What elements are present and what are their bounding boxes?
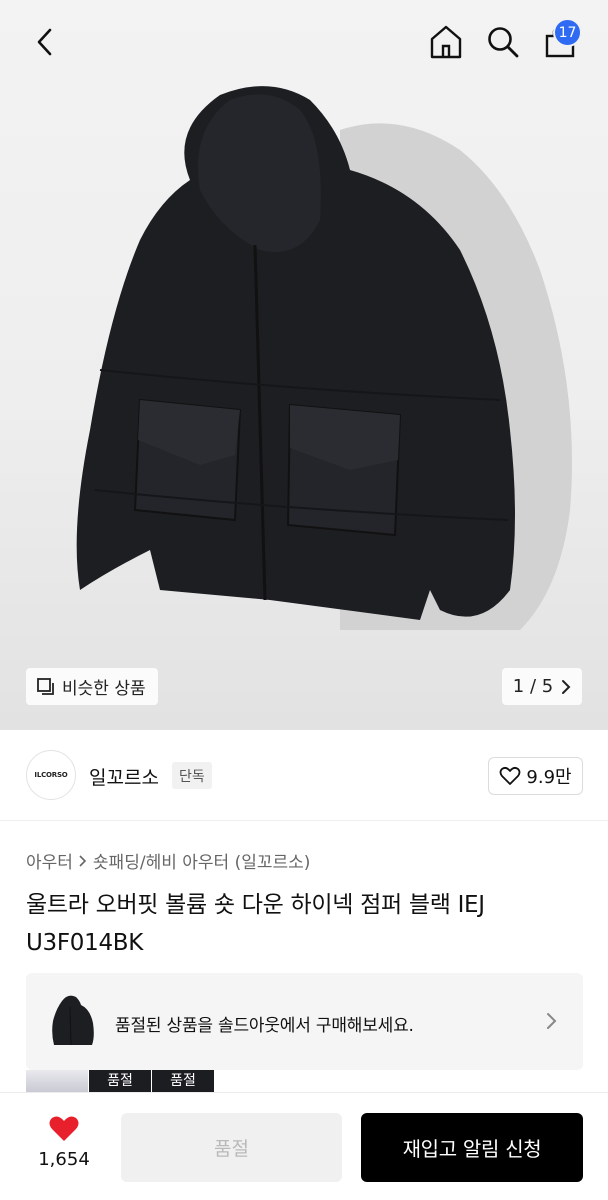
image-pager[interactable]: 1 / 5 (502, 668, 582, 705)
soldout-resale-banner[interactable]: 품절된 상품을 솔드아웃에서 구매해보세요. (26, 973, 583, 1070)
bottom-action-bar: 1,654 품절 재입고 알림 신청 (0, 1092, 608, 1200)
restock-alert-button[interactable]: 재입고 알림 신청 (361, 1113, 583, 1182)
home-button[interactable] (424, 20, 468, 64)
chevron-left-icon (37, 28, 52, 56)
related-item-thumbnail[interactable]: 품절 (89, 1070, 151, 1092)
search-icon (488, 27, 519, 58)
brand-logo-text: ILCORSO (34, 771, 68, 779)
breadcrumb: 아우터 숏패딩/헤비 아우터 (일꼬르소) (26, 848, 310, 873)
wishlist-button[interactable]: 1,654 (26, 1115, 102, 1179)
home-icon (430, 25, 462, 59)
breadcrumb-level1[interactable]: 아우터 (26, 848, 73, 873)
brand-logo[interactable]: ILCORSO (26, 750, 76, 800)
heart-filled-icon (49, 1116, 79, 1141)
soldout-notice-text: 품절된 상품을 솔드아웃에서 구매해보세요. (115, 1016, 414, 1036)
chevron-right-icon (547, 1013, 557, 1029)
section-divider (0, 820, 608, 821)
similar-products-button[interactable]: 비슷한 상품 (26, 668, 158, 705)
chevron-right-icon (79, 854, 87, 867)
jacket-thumbnail (52, 995, 94, 1046)
wishlist-count: 1,654 (38, 1149, 90, 1170)
pager-text: 1 / 5 (512, 676, 554, 697)
soldout-badge: 품절 (170, 1073, 196, 1089)
chevron-right-icon (562, 679, 571, 694)
back-button[interactable] (22, 22, 66, 62)
related-item-thumbnail[interactable] (26, 1070, 88, 1092)
soldout-button: 품절 (121, 1113, 342, 1182)
brand-like-count: 9.9만 (526, 767, 572, 788)
product-title: 울트라 오버핏 볼륨 숏 다운 하이넥 점퍼 블랙 IEJ U3F014BK (26, 892, 485, 956)
similar-products-label: 비슷한 상품 (62, 679, 146, 699)
heart-outline-icon (500, 766, 521, 785)
brand-name[interactable]: 일꼬르소 (89, 763, 159, 790)
brand-like-button[interactable]: 9.9만 (488, 757, 583, 795)
related-items-strip: 품절 품절 (26, 1070, 226, 1092)
exclusive-badge: 단독 (172, 762, 212, 789)
related-item-thumbnail[interactable]: 품절 (152, 1070, 214, 1092)
top-navigation-bar: 17 (0, 0, 608, 84)
brand-row: ILCORSO 일꼬르소 단독 9.9만 (0, 730, 608, 820)
soldout-badge: 품절 (107, 1073, 133, 1089)
product-image-gallery[interactable]: 17 비슷한 상품 1 / 5 (0, 0, 608, 730)
breadcrumb-level2[interactable]: 숏패딩/헤비 아우터 (일꼬르소) (93, 848, 310, 873)
copy-icon (37, 677, 54, 695)
search-button[interactable] (481, 20, 525, 64)
product-photo-jacket (76, 86, 572, 631)
cart-count-badge: 17 (553, 18, 582, 47)
